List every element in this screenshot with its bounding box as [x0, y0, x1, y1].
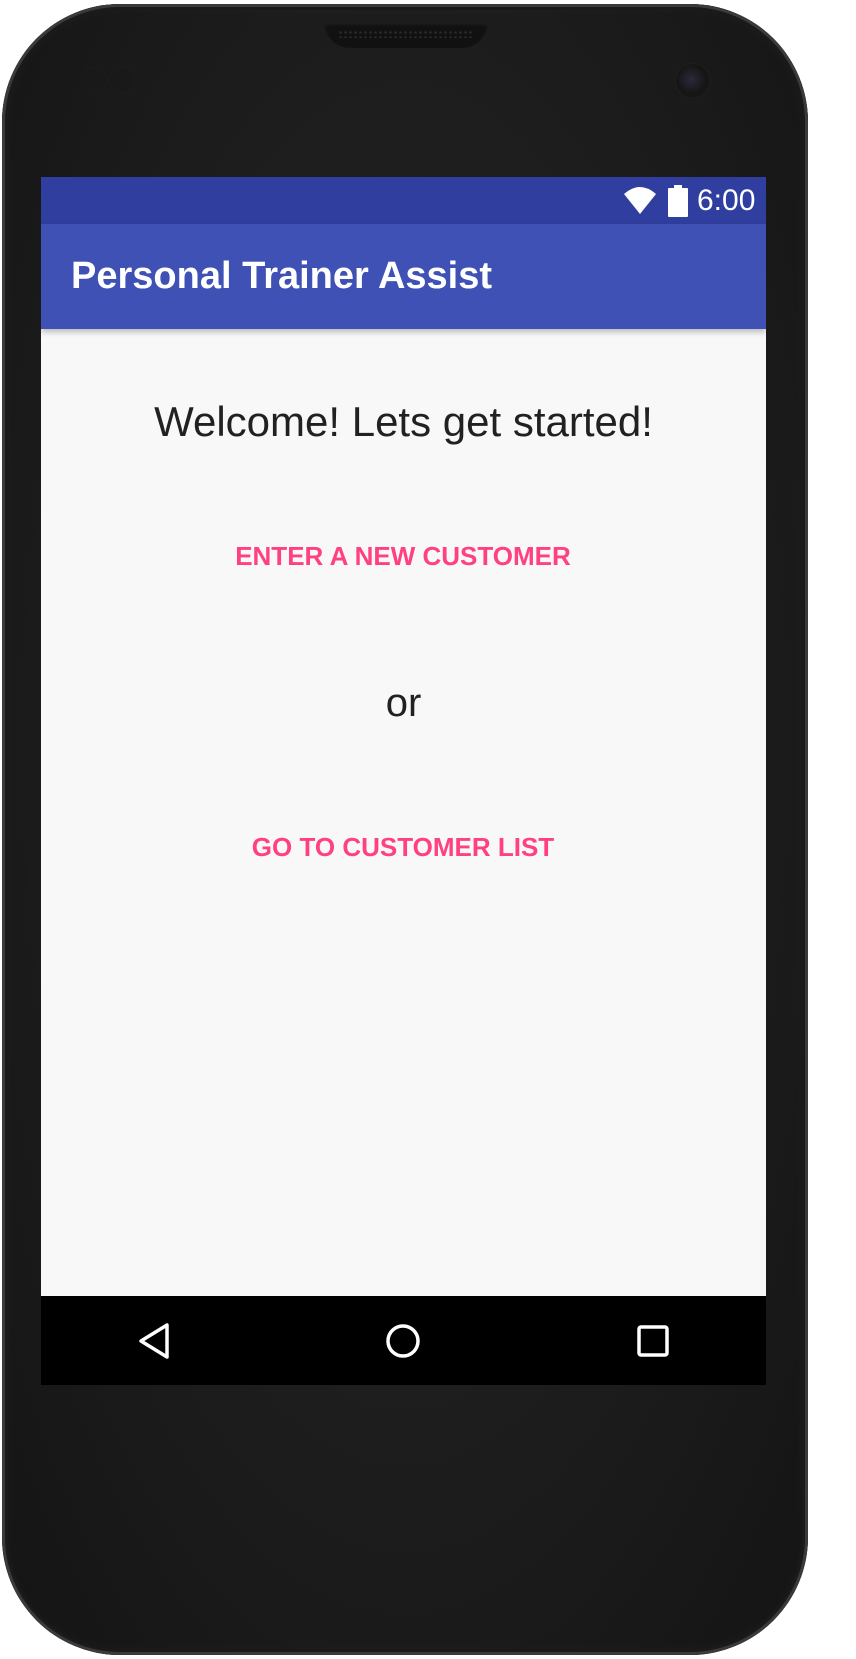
light-sensor [110, 68, 134, 92]
proximity-sensor [82, 68, 106, 92]
home-icon [386, 1324, 420, 1358]
status-bar: 6:00 [41, 177, 766, 224]
app-title: Personal Trainer Assist [71, 255, 493, 297]
status-clock: 6:00 [697, 184, 756, 217]
back-icon [139, 1323, 169, 1359]
front-camera [676, 64, 710, 98]
recents-icon [637, 1325, 669, 1357]
go-to-customer-list-button[interactable]: GO TO CUSTOMER LIST [203, 812, 603, 882]
app-toolbar: Personal Trainer Assist [41, 224, 766, 329]
earpiece-speaker [324, 22, 488, 48]
navigation-bar [41, 1296, 766, 1385]
speaker-grill [338, 30, 474, 38]
main-content: Welcome! Lets get started! ENTER A NEW C… [41, 329, 766, 1296]
nav-recents-button[interactable] [623, 1314, 683, 1368]
nav-home-button[interactable] [373, 1314, 433, 1368]
or-separator-text: or [385, 681, 422, 725]
welcome-heading: Welcome! Lets get started! [154, 398, 653, 445]
device-screen: 6:00 Personal Trainer Assist Welcome! Le… [41, 177, 766, 1385]
enter-new-customer-button[interactable]: ENTER A NEW CUSTOMER [203, 521, 603, 591]
wifi-icon [624, 187, 656, 214]
battery-icon [668, 185, 688, 217]
nav-back-button[interactable] [124, 1314, 184, 1368]
